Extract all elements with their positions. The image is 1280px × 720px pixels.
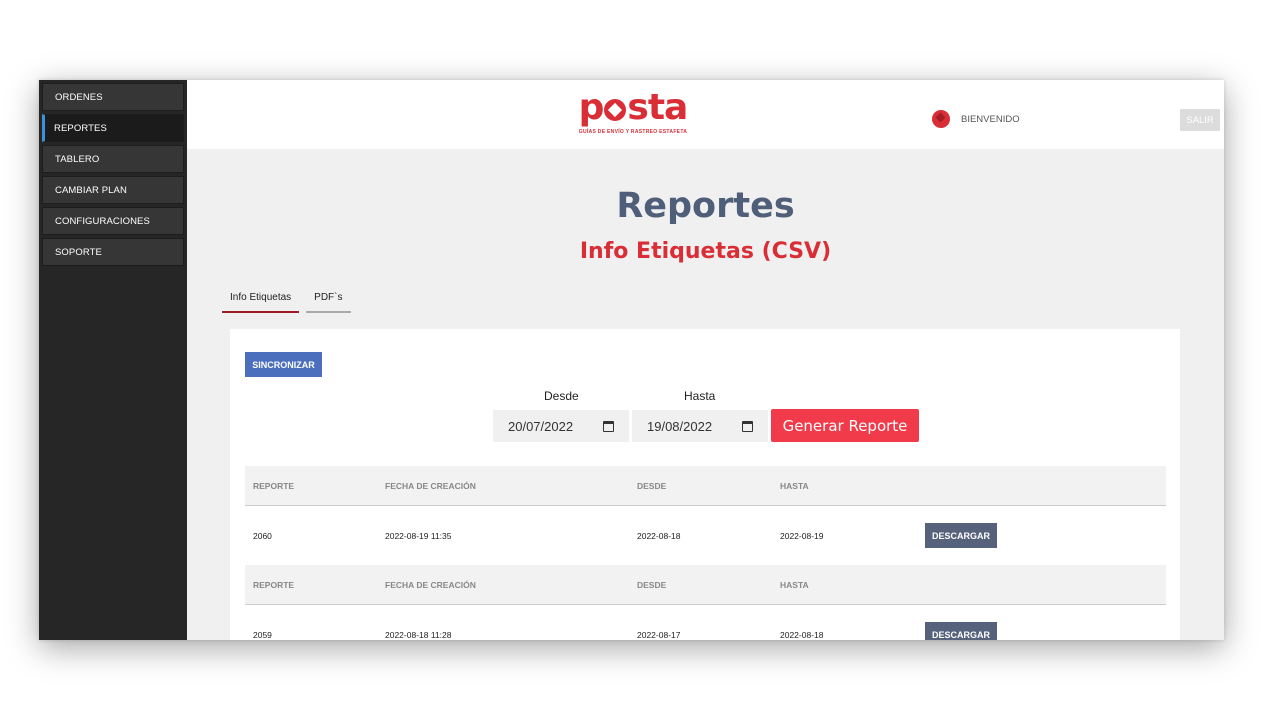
download-button[interactable]: DESCARGAR (925, 523, 997, 548)
column-header-reporte: REPORTE (253, 579, 295, 590)
app-window: ORDENES REPORTES TABLERO CAMBIAR PLAN CO… (39, 80, 1224, 640)
welcome-text: BIENVENIDO (961, 113, 1020, 125)
calendar-icon[interactable] (742, 421, 753, 432)
generate-report-button[interactable]: Generar Reporte (771, 409, 919, 442)
cell-reporte: 2060 (253, 530, 272, 541)
sidebar: ORDENES REPORTES TABLERO CAMBIAR PLAN CO… (39, 80, 187, 640)
page-title: Reportes (616, 186, 795, 226)
from-date-label: Desde (544, 389, 579, 403)
sidebar-item-label: REPORTES (54, 122, 107, 134)
sidebar-item-label: ORDENES (55, 91, 103, 103)
column-header-desde: DESDE (637, 579, 667, 590)
sidebar-item-label: CONFIGURACIONES (55, 215, 150, 227)
logo-cube-icon (604, 99, 627, 121)
from-date-input[interactable]: 20/07/2022 (493, 410, 629, 442)
welcome-area: BIENVENIDO (932, 110, 1020, 128)
sidebar-item-ordenes[interactable]: ORDENES (42, 83, 184, 111)
cell-desde: 2022-08-17 (637, 629, 681, 640)
report-card: SINCRONIZAR Desde Hasta 20/07/2022 19/08… (230, 329, 1180, 640)
tab-info-etiquetas[interactable]: Info Etiquetas (222, 284, 300, 313)
sidebar-item-soporte[interactable]: SOPORTE (42, 238, 184, 266)
sidebar-item-reportes[interactable]: REPORTES (42, 114, 184, 142)
cell-desde: 2022-08-18 (637, 530, 681, 541)
page-subtitle: Info Etiquetas (CSV) (579, 239, 832, 264)
table-row: 2059 2022-08-18 11:28 2022-08-17 2022-08… (245, 605, 1166, 640)
table-header: REPORTE FECHA DE CREACIÓN DESDE HASTA (245, 466, 1166, 506)
column-header-desde: DESDE (637, 480, 667, 491)
column-header-hasta: HASTA (780, 579, 809, 590)
column-header-fecha: FECHA DE CREACIÓN (385, 480, 476, 491)
cell-hasta: 2022-08-19 (780, 530, 824, 541)
table-header: REPORTE FECHA DE CREACIÓN DESDE HASTA (245, 565, 1166, 605)
main-content: Reportes Info Etiquetas (CSV) Info Etiqu… (187, 149, 1224, 640)
from-date-value: 20/07/2022 (508, 418, 574, 434)
sync-button[interactable]: SINCRONIZAR (245, 352, 322, 377)
download-button[interactable]: DESCARGAR (925, 622, 997, 640)
sidebar-item-cambiar-plan[interactable]: CAMBIAR PLAN (42, 176, 184, 204)
sidebar-item-label: CAMBIAR PLAN (55, 184, 127, 196)
table-row: 2060 2022-08-19 11:35 2022-08-18 2022-08… (245, 506, 1166, 565)
cell-reporte: 2059 (253, 629, 272, 640)
cube-icon (932, 110, 950, 128)
logo-tagline: GUÍAS DE ENVÍO Y RASTREO ESTAFETA (578, 129, 688, 135)
column-header-fecha: FECHA DE CREACIÓN (385, 579, 476, 590)
sidebar-item-tablero[interactable]: TABLERO (42, 145, 184, 173)
logout-button[interactable]: SALIR (1180, 109, 1220, 131)
sidebar-item-label: SOPORTE (55, 246, 102, 258)
to-date-value: 19/08/2022 (647, 418, 713, 434)
cell-fecha: 2022-08-18 11:28 (385, 629, 452, 640)
report-tabs: Info Etiquetas PDF`s (222, 284, 358, 313)
reports-table: REPORTE FECHA DE CREACIÓN DESDE HASTA 20… (245, 466, 1166, 640)
sidebar-item-label: TABLERO (55, 153, 100, 165)
cell-fecha: 2022-08-19 11:35 (385, 530, 452, 541)
to-date-label: Hasta (684, 389, 716, 403)
calendar-icon[interactable] (603, 421, 614, 432)
column-header-reporte: REPORTE (253, 480, 295, 491)
logo-wordmark: p sta (578, 87, 689, 128)
cell-hasta: 2022-08-18 (780, 629, 824, 640)
top-bar: p sta GUÍAS DE ENVÍO Y RASTREO ESTAFETA B… (187, 80, 1224, 149)
column-header-hasta: HASTA (780, 480, 809, 491)
posta-logo[interactable]: p sta GUÍAS DE ENVÍO Y RASTREO ESTAFETA (577, 87, 689, 136)
tab-pdfs[interactable]: PDF`s (306, 284, 351, 313)
to-date-input[interactable]: 19/08/2022 (632, 410, 768, 442)
sidebar-item-configuraciones[interactable]: CONFIGURACIONES (42, 207, 184, 235)
